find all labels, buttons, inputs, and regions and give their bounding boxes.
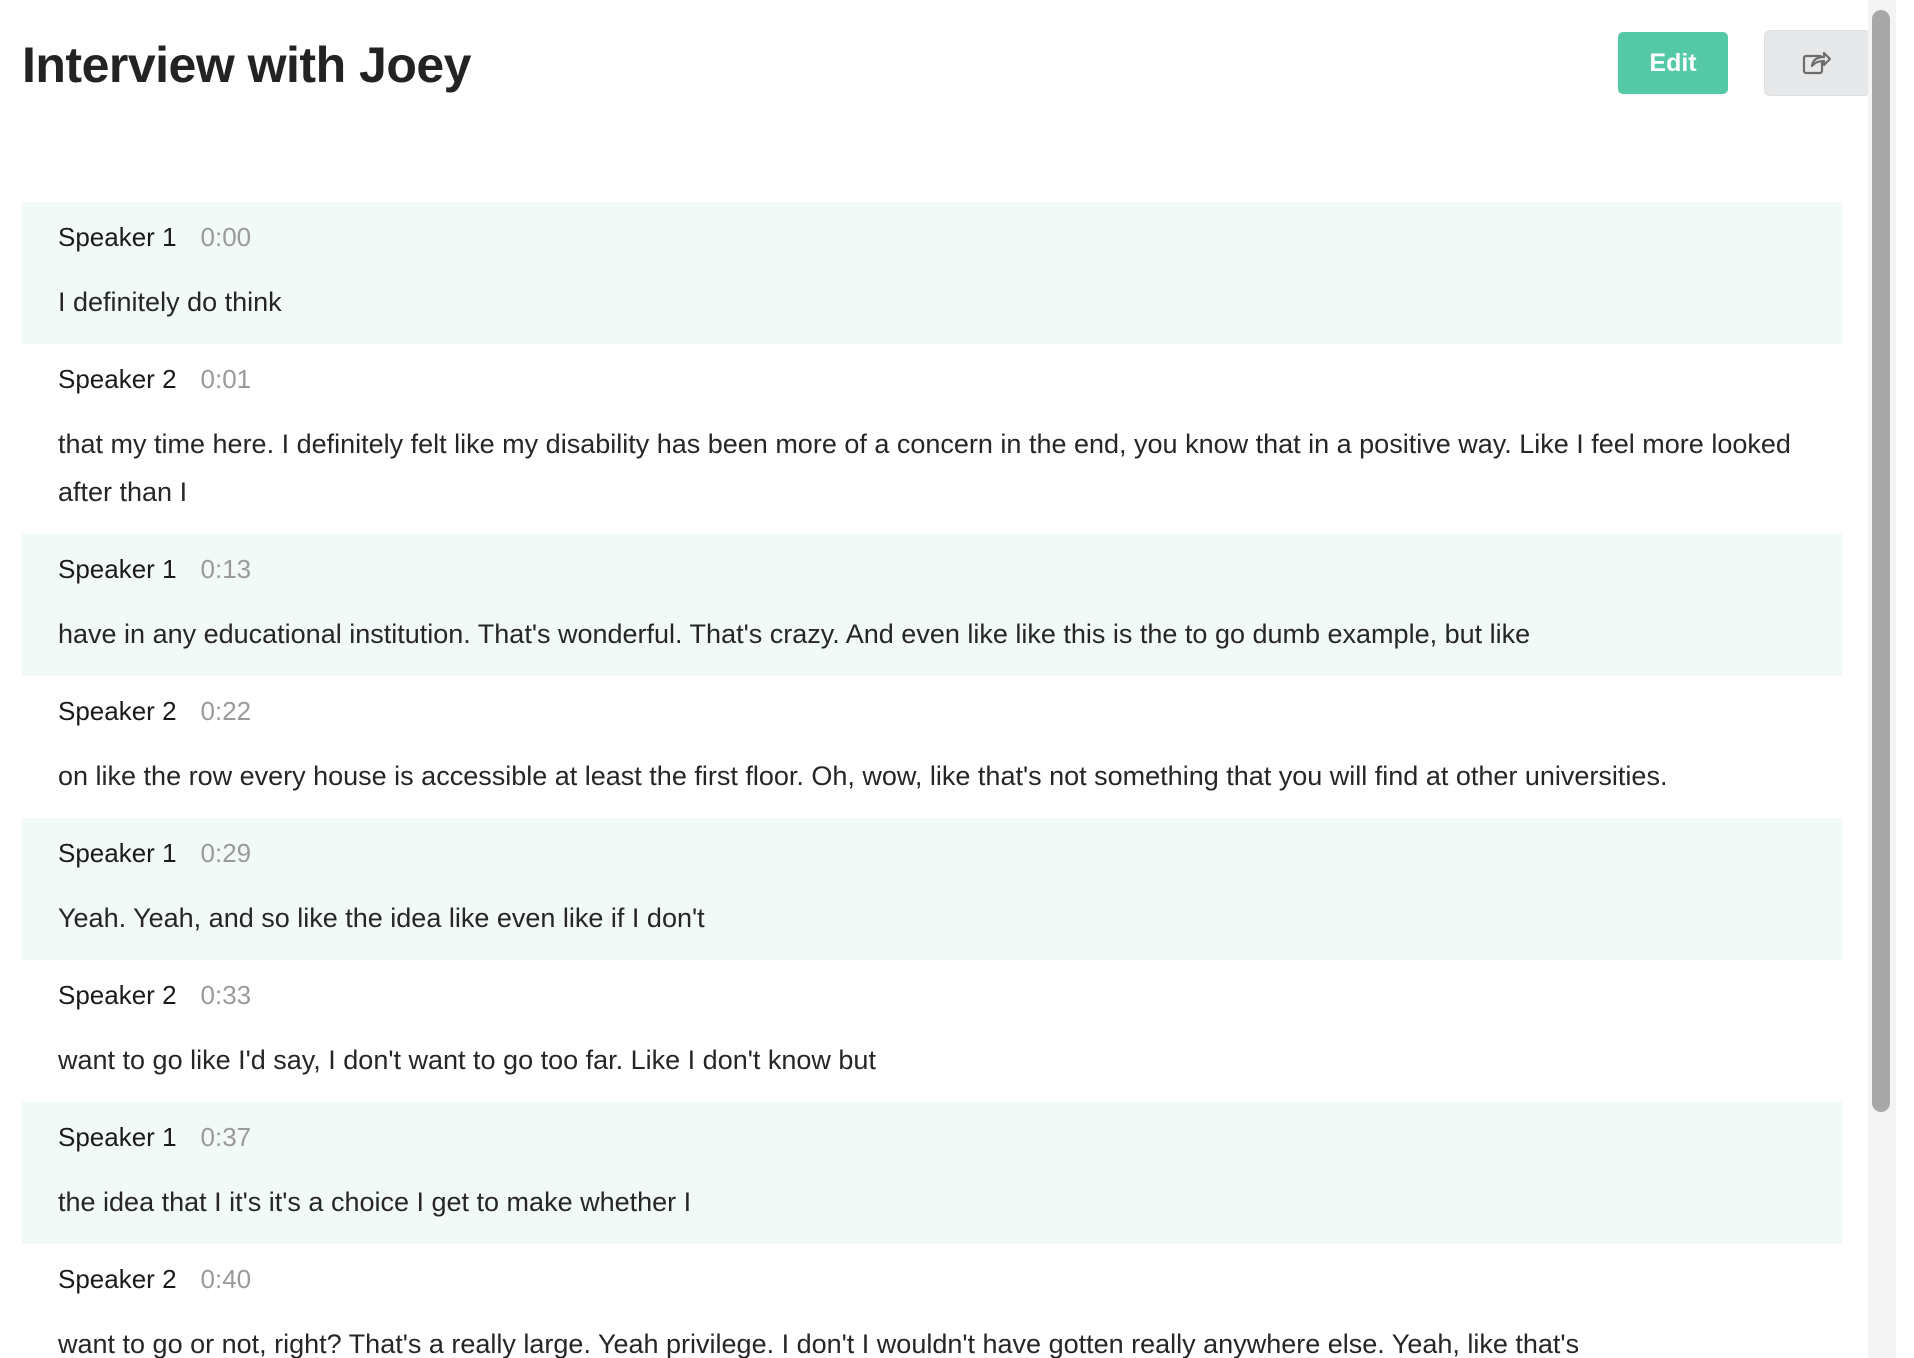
segment-meta: Speaker 2 0:33 <box>58 980 1806 1020</box>
speaker-name[interactable]: Speaker 1 <box>58 222 177 253</box>
segment-text: want to go like I'd say, I don't want to… <box>58 1045 876 1075</box>
page-header: Interview with Joey Edit <box>22 0 1870 140</box>
segment-timestamp[interactable]: 0:00 <box>201 222 252 253</box>
segment-timestamp[interactable]: 0:22 <box>201 696 252 727</box>
transcript-segment[interactable]: Speaker 2 0:40 want to go or not, right? T… <box>22 1244 1842 1358</box>
speaker-name[interactable]: Speaker 2 <box>58 1264 177 1295</box>
segment-text: have in any educational institution. Tha… <box>58 619 1531 649</box>
segment-text: Yeah. Yeah, and so like the idea like ev… <box>58 903 705 933</box>
segment-text: I definitely do think <box>58 287 282 317</box>
segment-meta: Speaker 2 0:22 <box>58 696 1806 736</box>
segment-timestamp[interactable]: 0:37 <box>201 1122 252 1153</box>
segment-text: want to go or not, right? That's a reall… <box>58 1329 1580 1358</box>
speaker-name[interactable]: Speaker 2 <box>58 696 177 727</box>
segment-text: that my time here. I definitely felt lik… <box>58 429 1791 507</box>
speaker-name[interactable]: Speaker 1 <box>58 838 177 869</box>
segment-meta: Speaker 1 0:13 <box>58 554 1806 594</box>
share-icon <box>1802 51 1832 75</box>
segment-text: on like the row every house is accessibl… <box>58 761 1668 791</box>
speaker-name[interactable]: Speaker 2 <box>58 364 177 395</box>
transcript-segment[interactable]: Speaker 1 0:00 I definitely do think <box>22 202 1842 344</box>
speaker-name[interactable]: Speaker 1 <box>58 554 177 585</box>
speaker-name[interactable]: Speaker 2 <box>58 980 177 1011</box>
segment-meta: Speaker 2 0:40 <box>58 1264 1806 1304</box>
segment-meta: Speaker 1 0:00 <box>58 222 1806 262</box>
segment-meta: Speaker 1 0:29 <box>58 838 1806 878</box>
page-title: Interview with Joey <box>22 37 471 93</box>
segment-timestamp[interactable]: 0:40 <box>201 1264 252 1295</box>
transcript-list: Speaker 1 0:00 I definitely do think Speake… <box>22 202 1842 1358</box>
segment-timestamp[interactable]: 0:29 <box>201 838 252 869</box>
transcript-segment[interactable]: Speaker 1 0:29 Yeah. Yeah, and so like the… <box>22 818 1842 960</box>
segment-meta: Speaker 2 0:01 <box>58 364 1806 404</box>
segment-timestamp[interactable]: 0:13 <box>201 554 252 585</box>
segment-timestamp[interactable]: 0:01 <box>201 364 252 395</box>
transcript-segment[interactable]: Speaker 2 0:33 want to go like I'd say, I … <box>22 960 1842 1102</box>
transcript-segment[interactable]: Speaker 1 0:37 the idea that I it's it's a… <box>22 1102 1842 1244</box>
window-edge <box>1896 0 1914 1358</box>
segment-text: the idea that I it's it's a choice I get… <box>58 1187 692 1217</box>
segment-meta: Speaker 1 0:37 <box>58 1122 1806 1162</box>
transcript-page: Interview with Joey Edit Speaker 1 0:00 I … <box>0 0 1886 1358</box>
transcript-segment[interactable]: Speaker 1 0:13 have in any educational ins… <box>22 534 1842 676</box>
edit-button[interactable]: Edit <box>1618 32 1728 94</box>
speaker-name[interactable]: Speaker 1 <box>58 1122 177 1153</box>
transcript-segment[interactable]: Speaker 2 0:01 that my time here. I defini… <box>22 344 1842 534</box>
scrollbar-thumb[interactable] <box>1872 10 1890 1112</box>
segment-timestamp[interactable]: 0:33 <box>201 980 252 1011</box>
share-button[interactable] <box>1764 30 1870 96</box>
transcript-segment[interactable]: Speaker 2 0:22 on like the row every house… <box>22 676 1842 818</box>
